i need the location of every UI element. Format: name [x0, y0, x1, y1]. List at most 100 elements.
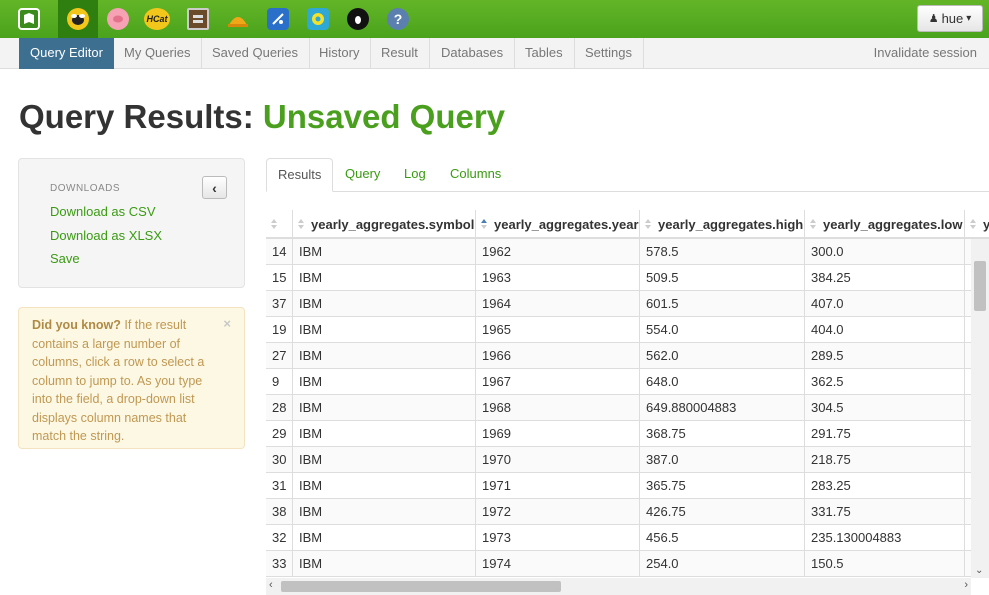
- table-row[interactable]: 15IBM1963509.5384.254: [266, 265, 989, 291]
- user-name: hue: [941, 11, 964, 26]
- user-menu-button[interactable]: ♟ hue ▾: [917, 5, 983, 32]
- pig-icon[interactable]: [98, 0, 138, 38]
- scrollbar-thumb[interactable]: [281, 581, 561, 592]
- sort-icon: [970, 219, 976, 229]
- cell-index: 9: [266, 369, 293, 395]
- scroll-left-icon[interactable]: ‹: [269, 579, 273, 591]
- hcatalog-icon[interactable]: HCat: [137, 0, 177, 38]
- job-designer-icon[interactable]: [218, 0, 258, 38]
- cell-low: 218.75: [805, 447, 965, 473]
- cell-index: 37: [266, 291, 293, 317]
- cell-symbol: IBM: [293, 447, 476, 473]
- tab-query[interactable]: Query: [334, 158, 391, 192]
- cell-low: 300.0: [805, 239, 965, 265]
- sub-navigation: Query Editor My Queries Saved Queries Hi…: [0, 38, 989, 69]
- cell-symbol: IBM: [293, 551, 476, 577]
- user-icon: ♟: [928, 13, 939, 25]
- table-row[interactable]: 38IBM1972426.75331.753: [266, 499, 989, 525]
- cell-year: 1970: [476, 447, 640, 473]
- cell-low: 404.0: [805, 317, 965, 343]
- cell-year: 1973: [476, 525, 640, 551]
- cell-index: 19: [266, 317, 293, 343]
- tab-results[interactable]: Results: [266, 158, 334, 192]
- table-row[interactable]: 29IBM1969368.75291.753: [266, 421, 989, 447]
- download-csv-link[interactable]: Download as CSV: [50, 204, 156, 219]
- table-row[interactable]: 14IBM1962578.5300.04: [266, 239, 989, 265]
- hue-logo-icon[interactable]: [9, 0, 49, 38]
- sort-icon: [298, 219, 304, 229]
- cell-year: 1963: [476, 265, 640, 291]
- cell-index: 38: [266, 499, 293, 525]
- page-title-query-name: Unsaved Query: [262, 98, 506, 135]
- cell-year: 1971: [476, 473, 640, 499]
- tab-history[interactable]: History: [308, 38, 372, 69]
- cell-symbol: IBM: [293, 239, 476, 265]
- tab-columns[interactable]: Columns: [439, 158, 512, 192]
- table-row[interactable]: 31IBM1971365.75283.253: [266, 473, 989, 499]
- table-row[interactable]: 19IBM1965554.0404.04: [266, 317, 989, 343]
- tab-my-queries[interactable]: My Queries: [113, 38, 203, 69]
- help-icon[interactable]: ?: [378, 0, 418, 38]
- column-header-year[interactable]: yearly_aggregates.year: [476, 210, 640, 239]
- sort-icon: [271, 219, 277, 229]
- table-row[interactable]: 37IBM1964601.5407.04: [266, 291, 989, 317]
- scroll-down-icon[interactable]: ⌄: [975, 565, 983, 576]
- shell-icon[interactable]: [338, 0, 378, 38]
- table-row[interactable]: 9IBM1967648.0362.55: [266, 369, 989, 395]
- cell-symbol: IBM: [293, 499, 476, 525]
- cell-index: 32: [266, 525, 293, 551]
- tab-result[interactable]: Result: [370, 38, 430, 69]
- column-header-low[interactable]: yearly_aggregates.low: [805, 210, 965, 239]
- table-row[interactable]: 32IBM1973456.5235.1300048833: [266, 525, 989, 551]
- invalidate-session-link[interactable]: Invalidate session: [874, 38, 977, 68]
- cell-symbol: IBM: [293, 369, 476, 395]
- cell-high: 649.880004883: [640, 395, 805, 421]
- scrollbar-thumb[interactable]: [974, 261, 986, 311]
- cell-year: 1962: [476, 239, 640, 265]
- cell-year: 1969: [476, 421, 640, 447]
- cell-high: 365.75: [640, 473, 805, 499]
- beeswax-icon[interactable]: [58, 0, 98, 38]
- scroll-right-icon[interactable]: ›: [964, 579, 968, 591]
- results-table: yearly_aggregates.symbol yearly_aggregat…: [266, 210, 989, 578]
- horizontal-scrollbar[interactable]: ‹ ›: [266, 578, 971, 595]
- save-link[interactable]: Save: [50, 251, 80, 266]
- table-header: yearly_aggregates.symbol yearly_aggregat…: [266, 210, 989, 239]
- vertical-scrollbar[interactable]: ⌄: [971, 239, 989, 578]
- cell-high: 254.0: [640, 551, 805, 577]
- table-row[interactable]: 33IBM1974254.0150.52: [266, 551, 989, 577]
- job-browser-icon[interactable]: [298, 0, 338, 38]
- cell-high: 578.5: [640, 239, 805, 265]
- table-row[interactable]: 27IBM1966562.0289.54: [266, 343, 989, 369]
- collapse-sidebar-button[interactable]: ‹: [202, 176, 227, 199]
- tab-settings[interactable]: Settings: [574, 38, 644, 69]
- cell-high: 562.0: [640, 343, 805, 369]
- file-browser-icon[interactable]: [178, 0, 218, 38]
- column-header-high[interactable]: yearly_aggregates.high: [640, 210, 805, 239]
- cell-high: 426.75: [640, 499, 805, 525]
- table-row[interactable]: 30IBM1970387.0218.752: [266, 447, 989, 473]
- cell-year: 1972: [476, 499, 640, 525]
- cell-year: 1974: [476, 551, 640, 577]
- chevron-left-icon: ‹: [212, 179, 217, 196]
- tab-log[interactable]: Log: [393, 158, 437, 192]
- table-row[interactable]: 28IBM1968649.880004883304.54: [266, 395, 989, 421]
- column-header-symbol[interactable]: yearly_aggregates.symbol: [293, 210, 476, 239]
- page-title: Query Results: Unsaved Query: [19, 98, 505, 136]
- cell-low: 235.130004883: [805, 525, 965, 551]
- download-xlsx-link[interactable]: Download as XLSX: [50, 228, 162, 243]
- oozie-icon[interactable]: [258, 0, 298, 38]
- cell-high: 387.0: [640, 447, 805, 473]
- tab-databases[interactable]: Databases: [430, 38, 516, 69]
- tab-saved-queries[interactable]: Saved Queries: [201, 38, 310, 69]
- cell-symbol: IBM: [293, 317, 476, 343]
- cell-symbol: IBM: [293, 525, 476, 551]
- cell-low: 331.75: [805, 499, 965, 525]
- cell-year: 1967: [476, 369, 640, 395]
- tab-query-editor[interactable]: Query Editor: [19, 38, 114, 69]
- close-icon[interactable]: ×: [223, 315, 231, 334]
- column-header-next[interactable]: y: [965, 210, 989, 239]
- cell-high: 554.0: [640, 317, 805, 343]
- column-header-index[interactable]: [266, 210, 293, 239]
- tab-tables[interactable]: Tables: [514, 38, 575, 69]
